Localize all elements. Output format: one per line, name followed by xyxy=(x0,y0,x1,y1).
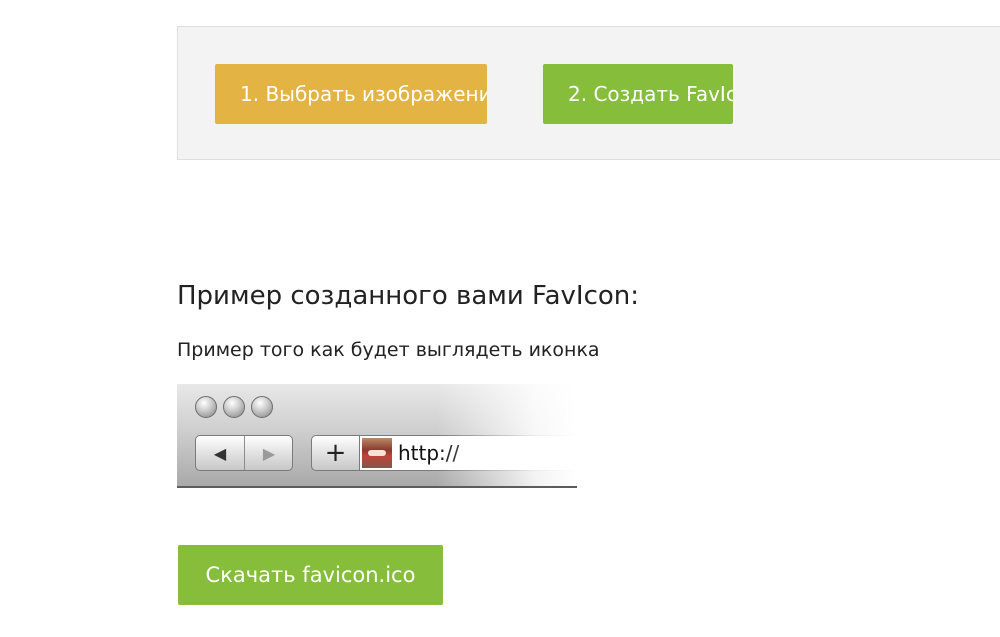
forward-arrow-icon: ▶ xyxy=(262,443,276,463)
select-image-button[interactable]: 1. Выбрать изображение xyxy=(215,64,487,124)
window-zoom-dot xyxy=(251,396,273,418)
preview-fade xyxy=(437,384,577,486)
nav-buttons: ◀ ▶ xyxy=(195,435,293,471)
window-minimize-dot xyxy=(223,396,245,418)
window-close-dot xyxy=(195,396,217,418)
download-favicon-button[interactable]: Скачать favicon.ico xyxy=(178,545,443,605)
preview-description: Пример того как будет выглядеть иконка xyxy=(177,339,600,361)
browser-preview-image: ◀ ▶ + http:// xyxy=(177,384,577,488)
back-arrow-icon: ◀ xyxy=(213,443,227,463)
preview-title: Пример созданного вами FavIcon: xyxy=(177,281,640,311)
create-favicon-button[interactable]: 2. Создать FavIcon xyxy=(543,64,733,124)
favicon-preview-icon xyxy=(362,438,392,468)
plus-icon: + xyxy=(311,435,359,471)
